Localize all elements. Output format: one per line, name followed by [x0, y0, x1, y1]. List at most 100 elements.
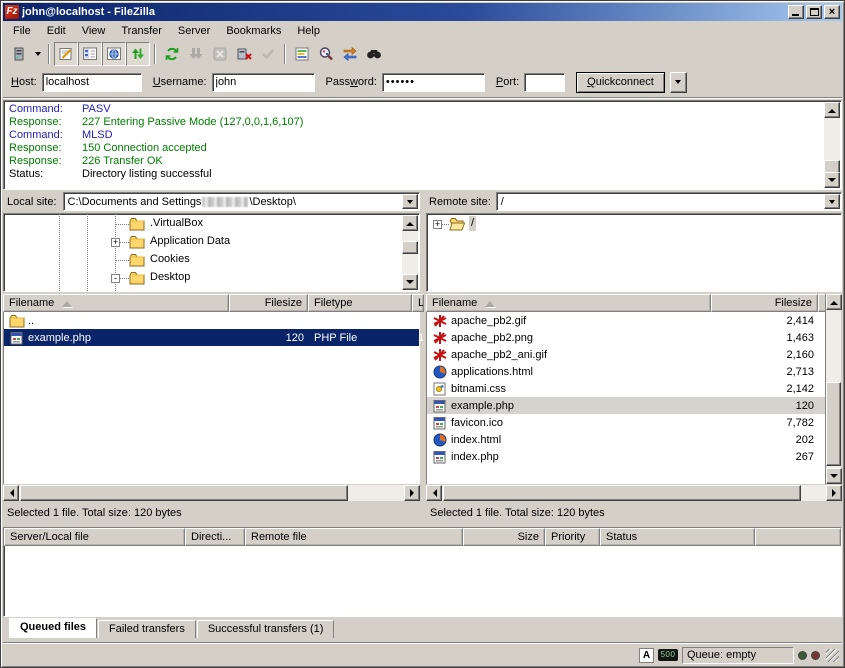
site-manager-button[interactable]	[7, 42, 31, 66]
arrow-left-icon	[6, 489, 14, 497]
file-row[interactable]: index.php 267	[427, 448, 825, 465]
column-header-priority[interactable]: Priority	[545, 528, 600, 546]
tab-queued-files[interactable]: Queued files	[9, 618, 97, 638]
combo-dropdown-button[interactable]	[824, 194, 840, 209]
column-header-filesize[interactable]: Filesize	[229, 294, 308, 312]
combo-dropdown-button[interactable]	[402, 194, 418, 209]
tree-expander[interactable]: +	[433, 220, 442, 229]
menu-file[interactable]: File	[5, 22, 39, 40]
file-row[interactable]: favicon.ico 7,782	[427, 414, 825, 431]
synchronized-browsing-button[interactable]	[338, 42, 362, 66]
file-row-example-php[interactable]: example.php 120	[427, 397, 825, 414]
file-row[interactable]: apache_pb2_ani.gif 2,160	[427, 346, 825, 363]
scroll-down-button[interactable]	[824, 172, 840, 188]
tree-item-root[interactable]: /	[469, 216, 476, 231]
remote-site-combobox[interactable]: /	[496, 192, 842, 211]
scrollbar-thumb[interactable]	[443, 485, 801, 501]
toggle-local-tree-button[interactable]	[78, 42, 102, 66]
arrow-up-icon	[406, 218, 414, 226]
scrollbar-thumb[interactable]	[20, 485, 348, 501]
scroll-up-button[interactable]	[826, 294, 842, 310]
data-type-indicator-icon[interactable]: A	[639, 648, 654, 663]
process-queue-button[interactable]	[184, 42, 208, 66]
quickconnect-button[interactable]: Quickconnect	[576, 72, 665, 93]
tree-item-application-data[interactable]: Application Data	[148, 234, 232, 249]
column-header-last-modified[interactable]: L	[412, 294, 424, 312]
local-site-combobox[interactable]: C:\Documents and Settings\Desktop\	[63, 192, 420, 211]
quickconnect-dropdown[interactable]	[670, 72, 687, 93]
scroll-left-button[interactable]	[3, 485, 19, 501]
menu-bookmarks[interactable]: Bookmarks	[218, 22, 289, 40]
tree-item-virtualbox[interactable]: .VirtualBox	[148, 216, 205, 231]
column-header-size[interactable]: Size	[463, 528, 545, 546]
speed-limit-icon[interactable]: 500	[658, 649, 678, 661]
local-tree-scrollbar[interactable]	[402, 215, 418, 290]
tree-line	[115, 260, 129, 261]
remote-list-scrollbar[interactable]	[825, 294, 841, 484]
refresh-button[interactable]	[160, 42, 184, 66]
refresh-icon	[164, 46, 180, 62]
password-input[interactable]	[382, 73, 485, 92]
menu-server[interactable]: Server	[170, 22, 218, 40]
minimize-button[interactable]	[788, 5, 804, 19]
scroll-down-button[interactable]	[402, 274, 418, 290]
toggle-transfer-queue-button[interactable]	[126, 42, 150, 66]
arrow-down-icon	[406, 280, 414, 288]
menu-edit[interactable]: Edit	[39, 22, 74, 40]
column-header-filesize[interactable]: Filesize	[711, 294, 818, 312]
scroll-up-button[interactable]	[402, 215, 418, 231]
scrollbar-thumb[interactable]	[402, 241, 418, 254]
disconnect-button[interactable]	[232, 42, 256, 66]
tree-item-cookies[interactable]: Cookies	[148, 252, 192, 267]
column-header-direction[interactable]: Directi...	[185, 528, 245, 546]
tab-failed-transfers[interactable]: Failed transfers	[98, 620, 196, 638]
toolbar-separator	[284, 44, 286, 64]
port-label: Port:	[496, 76, 519, 88]
toggle-remote-tree-button[interactable]	[102, 42, 126, 66]
scrollbar-thumb[interactable]	[826, 382, 841, 466]
maximize-button[interactable]	[806, 5, 822, 19]
directory-filters-button[interactable]	[290, 42, 314, 66]
close-button[interactable]: ×	[824, 5, 840, 19]
remote-horizontal-scrollbar[interactable]	[426, 485, 842, 501]
local-horizontal-scrollbar[interactable]	[3, 485, 420, 501]
file-row[interactable]: bitnami.css 2,142	[427, 380, 825, 397]
host-input[interactable]	[42, 73, 142, 92]
menu-view[interactable]: View	[74, 22, 114, 40]
tree-item-desktop[interactable]: Desktop	[148, 270, 192, 285]
scroll-right-button[interactable]	[404, 485, 420, 501]
scroll-up-button[interactable]	[824, 102, 840, 118]
column-header-server-local-file[interactable]: Server/Local file	[4, 528, 185, 546]
scroll-right-button[interactable]	[826, 485, 842, 501]
column-header-status[interactable]: Status	[600, 528, 755, 546]
tree-expander[interactable]: -	[111, 274, 120, 283]
arrow-right-icon	[832, 489, 840, 497]
menu-transfer[interactable]: Transfer	[113, 22, 170, 40]
scroll-down-button[interactable]	[826, 468, 842, 484]
file-row[interactable]: apache_pb2.gif 2,414	[427, 312, 825, 329]
compare-directories-button[interactable]	[314, 42, 338, 66]
tab-successful-transfers[interactable]: Successful transfers (1)	[197, 620, 335, 638]
resize-grip[interactable]	[826, 649, 839, 662]
log-scrollbar[interactable]	[824, 102, 840, 188]
file-row[interactable]: apache_pb2.png 1,463	[427, 329, 825, 346]
file-row[interactable]: applications.html 2,713	[427, 363, 825, 380]
toggle-message-log-button[interactable]	[54, 42, 78, 66]
port-input[interactable]	[524, 73, 565, 92]
file-row-example-php[interactable]: example.php 120 PHP File 1	[4, 329, 419, 346]
close-icon: ×	[825, 6, 839, 18]
menu-help[interactable]: Help	[289, 22, 328, 40]
file-row[interactable]: index.html 202	[427, 431, 825, 448]
username-input[interactable]	[212, 73, 315, 92]
file-row-updir[interactable]: ..	[4, 312, 419, 329]
column-header-remote-file[interactable]: Remote file	[245, 528, 463, 546]
column-header-filename[interactable]: Filename	[3, 294, 229, 312]
scroll-left-button[interactable]	[426, 485, 442, 501]
column-header-filetype[interactable]: Filetype	[308, 294, 412, 312]
reconnect-button[interactable]	[256, 42, 280, 66]
column-header-filename[interactable]: Filename	[426, 294, 711, 312]
tree-expander[interactable]: +	[111, 238, 120, 247]
find-files-button[interactable]	[362, 42, 386, 66]
site-manager-dropdown[interactable]	[31, 43, 44, 65]
cancel-operation-button[interactable]	[208, 42, 232, 66]
